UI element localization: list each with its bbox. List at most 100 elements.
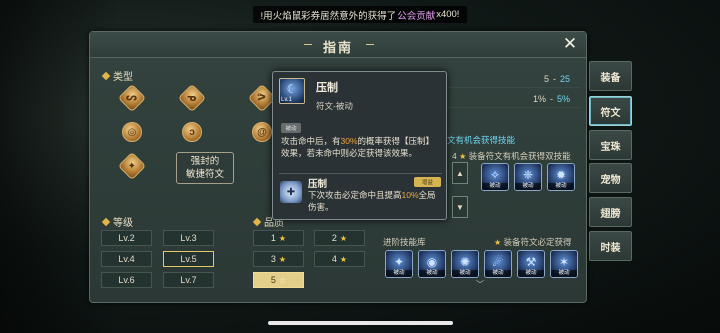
range-dash: -: [549, 93, 553, 104]
rune-type-5[interactable]: ↄ: [170, 118, 214, 146]
quality-option[interactable]: 2 ★: [314, 230, 365, 246]
star-icon: ★: [339, 254, 348, 264]
advanced-skill-slot[interactable]: ✶ 被动: [550, 250, 578, 278]
skill-tooltip: ☾ Lv.1 压制 符文-被动 被动 攻击命中后，有30%的概率获得【压制】效果，…: [272, 71, 447, 220]
star-icon: ★: [278, 233, 287, 243]
star-icon: ★: [339, 233, 348, 243]
skill-tag: 被动: [551, 270, 577, 277]
stat2-from: 1%: [532, 93, 546, 104]
level-option[interactable]: Lv.6: [101, 272, 152, 288]
scroll-up-button[interactable]: ▲: [452, 162, 468, 184]
close-icon[interactable]: ✕: [560, 34, 580, 54]
rune-type-2[interactable]: ᓀ: [170, 83, 214, 113]
level-option-selected[interactable]: Lv.5: [163, 251, 214, 267]
tab-orb[interactable]: 宝珠: [589, 130, 632, 160]
stat1-from: 5: [543, 73, 549, 84]
advanced-skill-slot[interactable]: ⚒ 被动: [517, 250, 545, 278]
tab-fashion[interactable]: 时装: [589, 231, 632, 261]
rune-type-7[interactable]: ✦: [110, 151, 154, 181]
tooltip-divider: [279, 173, 442, 174]
dual-skill-slot[interactable]: ❈ 被动: [514, 163, 542, 191]
panel-header: 指南 ✕: [90, 32, 586, 58]
quality-option[interactable]: 3 ★: [253, 251, 304, 267]
skill-glyph-icon: ✺: [459, 255, 471, 269]
skill-glyph-icon: ◉: [426, 255, 438, 269]
rune-type-1[interactable]: ᔕ: [110, 83, 154, 113]
level-option[interactable]: Lv.3: [163, 230, 214, 246]
desc-part: 攻击命中后，有: [281, 136, 341, 146]
crescent-icon: ☾: [286, 82, 298, 96]
skill-tag: 被动: [482, 183, 508, 190]
effect-name: 压制: [308, 179, 328, 190]
stat2-to: 5%: [556, 93, 570, 104]
level-option[interactable]: Lv.4: [101, 251, 152, 267]
tooltip-passive-tag: 被动: [281, 123, 301, 133]
more-chevron-down-icon: ﹀: [476, 280, 484, 289]
advanced-skill-slot[interactable]: ✦ 被动: [385, 250, 413, 278]
advanced-skill-slot[interactable]: ✺ 被动: [451, 250, 479, 278]
tab-wings[interactable]: 翅膀: [589, 197, 632, 227]
dual-skill-label: 4 ★ 装备符文有机会获得双技能: [452, 151, 571, 161]
quality-option-selected[interactable]: 5 ☆: [253, 272, 304, 288]
rune-spiral-icon: @: [252, 122, 272, 142]
skill-tag: 被动: [419, 270, 445, 277]
type-label-text: 类型: [113, 72, 133, 83]
rune-hook-icon: ᓀ: [177, 83, 207, 113]
chance-skill-text: 文有机会获得技能: [447, 135, 516, 145]
suppress-effect-icon: ✚: [280, 181, 302, 203]
tooltip-type: 符文-被动: [316, 101, 353, 111]
quality-option[interactable]: 1 ★: [253, 230, 304, 246]
rune-ring-icon: ◎: [122, 122, 142, 142]
level-section-label: 等级: [101, 214, 133, 229]
dual-skill-slot[interactable]: ✹ 被动: [547, 163, 575, 191]
advanced-skill-slot[interactable]: ☄ 被动: [484, 250, 512, 278]
quality-value: 5: [270, 275, 276, 285]
tab-pet[interactable]: 宠物: [589, 163, 632, 193]
star-icon: ☆: [278, 275, 287, 285]
title-decoration-right: [366, 44, 374, 45]
quality-value: 3: [270, 254, 276, 264]
star-icon: ★: [494, 238, 502, 247]
skill-tag: 被动: [515, 183, 541, 190]
dual-skill-slot[interactable]: ✧ 被动: [481, 163, 509, 191]
sealed-agility-rune-button[interactable]: 强封的 敏捷符文: [176, 152, 234, 184]
quality-option[interactable]: 4 ★: [314, 251, 365, 267]
star-icon: ★: [459, 152, 467, 161]
tooltip-description: 攻击命中后，有30%的概率获得【压制】效果，若未命中则必定获得该效果。: [281, 135, 441, 159]
skill-tag: 被动: [548, 183, 574, 190]
advanced-skill-slot[interactable]: ◉ 被动: [418, 250, 446, 278]
quality-value: 2: [331, 233, 337, 243]
tooltip-title: 压制: [316, 82, 338, 94]
tab-rune[interactable]: 符文: [589, 96, 632, 126]
rune-skill-icon: ☾ Lv.1: [279, 78, 305, 104]
tab-equipment[interactable]: 装备: [589, 61, 632, 91]
rune-leaf-icon: ✦: [117, 151, 147, 181]
level-label-text: 等级: [113, 218, 133, 229]
home-indicator[interactable]: [268, 321, 453, 325]
rune-type-4[interactable]: ◎: [110, 118, 154, 146]
diamond-icon: [252, 217, 262, 226]
diamond-icon: [101, 217, 111, 226]
skill-tag: 被动: [518, 270, 544, 277]
star-icon: ★: [278, 254, 287, 264]
dual-skill-label-text: 装备符文有机会获得双技能: [468, 151, 571, 161]
skill-glyph-icon: ✶: [558, 255, 570, 269]
scroll-down-button[interactable]: ▼: [452, 196, 468, 218]
skill-glyph-icon: ❈: [522, 168, 534, 182]
quality-value: 1: [270, 233, 276, 243]
skill-glyph-icon: ✦: [393, 255, 405, 269]
notice-suffix: x400!: [436, 9, 460, 20]
type-section-label: 类型: [101, 68, 133, 83]
level-option[interactable]: Lv.2: [101, 230, 152, 246]
skill-tag: 被动: [452, 270, 478, 277]
skill-glyph-icon: ☄: [492, 255, 504, 269]
notice-highlight: 公会贡献: [397, 10, 436, 22]
quality-value: 4: [331, 254, 337, 264]
system-notice: !用火焰鼠彩券居然意外的获得了 公会贡献 x400!: [253, 6, 467, 23]
sealed-button-line2: 敏捷符文: [185, 169, 224, 180]
skill-glyph-icon: ⚒: [525, 255, 537, 269]
effect-desc-part: 下次攻击必定命中且提高: [308, 190, 402, 200]
level-option[interactable]: Lv.7: [163, 272, 214, 288]
sealed-button-line1: 强封的: [190, 156, 220, 167]
skill-tag: 被动: [386, 270, 412, 277]
